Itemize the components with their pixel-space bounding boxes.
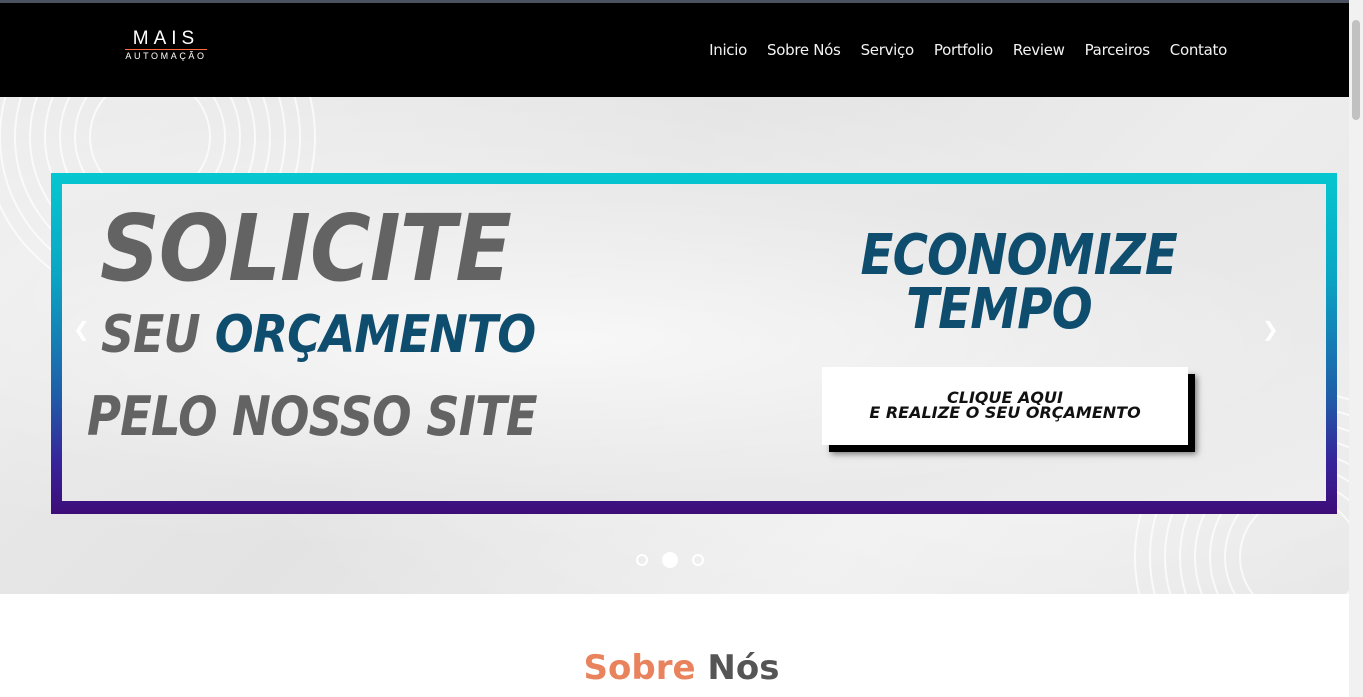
slide-headline-pelo-nosso-site: PELO NOSSO SITE [87,385,538,448]
scrollbar-thumb[interactable] [1352,20,1360,120]
nav-link-review[interactable]: Review [1013,41,1065,59]
logo-main-text: MAIS [132,28,200,49]
carousel-dot-3[interactable] [692,554,704,566]
quote-cta-button[interactable]: CLIQUE AQUI E REALIZE O SEU ORÇAMENTO [822,367,1188,445]
slide-headline-solicite: SOLICITE [100,195,512,302]
main-nav: Inicio Sobre Nós Serviço Portfolio Revie… [689,41,1227,59]
carousel-indicators [636,552,704,568]
page-scrollbar[interactable] [1349,0,1363,697]
cta-line-2: E REALIZE O SEU ORÇAMENTO [869,403,1141,422]
nav-link-parceiros[interactable]: Parceiros [1085,41,1150,59]
nav-link-contato[interactable]: Contato [1170,41,1228,59]
about-section-title: Sobre Nós [0,648,1363,688]
about-title-word-nos: Nós [707,648,780,688]
hero-carousel: SOLICITE SEU ORÇAMENTO PELO NOSSO SITE E… [0,97,1349,594]
nav-link-portfolio[interactable]: Portfolio [934,41,993,59]
nav-link-servico[interactable]: Serviço [861,41,915,59]
about-title-word-sobre: Sobre [583,648,696,688]
nav-link-inicio[interactable]: Inicio [709,41,747,59]
slide-text-economize: ECONOMIZE [860,223,1178,288]
logo[interactable]: MAIS AUTOMAÇÃO [121,29,211,65]
chevron-right-icon[interactable]: ❯ [1262,319,1279,339]
logo-sub-text: AUTOMAÇÃO [125,51,207,61]
logo-underline [125,49,207,50]
nav-link-sobre-nos[interactable]: Sobre Nós [767,41,841,59]
slide-headline-economize-tempo: ECONOMIZE TEMPO [838,223,1178,342]
slide-headline-seu-orcamento: SEU ORÇAMENTO [101,305,536,365]
slide-text-tempo: TEMPO [906,277,1092,342]
slide-text-seu: SEU [101,305,201,365]
carousel-dot-1[interactable] [636,554,648,566]
navbar: MAIS AUTOMAÇÃO Inicio Sobre Nós Serviço … [0,3,1349,97]
slide-text-orcamento: ORÇAMENTO [214,305,536,365]
carousel-dot-2[interactable] [662,552,678,568]
chevron-left-icon[interactable]: ❮ [73,319,90,339]
